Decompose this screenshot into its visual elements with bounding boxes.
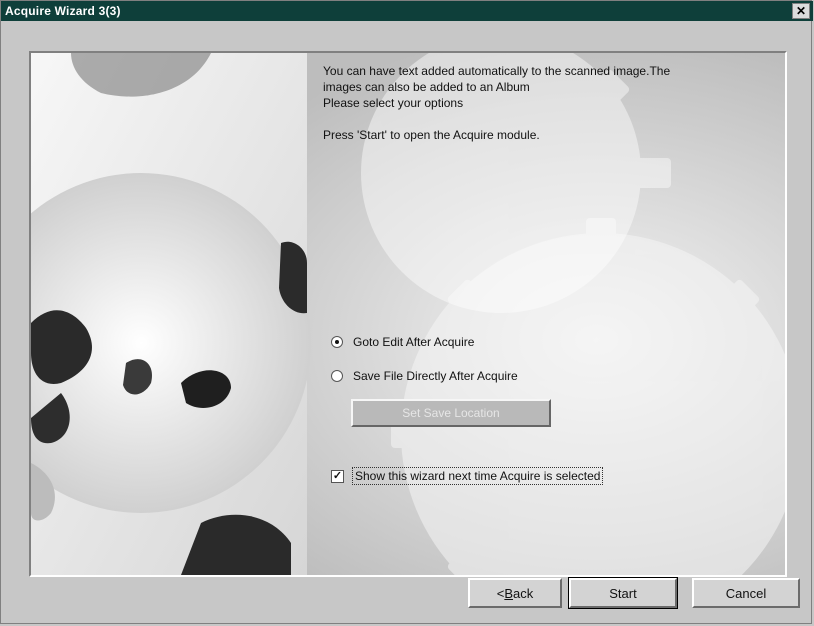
wizard-panel: You can have text added automatically to… xyxy=(29,51,787,577)
cancel-button[interactable]: Cancel xyxy=(692,578,800,608)
close-button[interactable]: ✕ xyxy=(792,3,810,19)
start-hint: Press 'Start' to open the Acquire module… xyxy=(323,128,540,142)
intro-line-1: You can have text added automatically to… xyxy=(323,64,671,78)
dialog-client-area: You can have text added automatically to… xyxy=(1,21,813,625)
back-button[interactable]: < B ack xyxy=(468,578,562,608)
window-title: Acquire Wizard 3(3) xyxy=(5,4,121,18)
show-wizard-label: Show this wizard next time Acquire is se… xyxy=(352,467,604,485)
goto-edit-radio[interactable] xyxy=(331,336,343,348)
start-button[interactable]: Start xyxy=(568,577,678,609)
set-save-location-button: Set Save Location xyxy=(351,399,551,427)
save-file-radio[interactable] xyxy=(331,370,343,382)
close-icon: ✕ xyxy=(795,4,807,18)
goto-edit-option[interactable]: Goto Edit After Acquire xyxy=(331,335,474,349)
show-wizard-option[interactable]: ✓ Show this wizard next time Acquire is … xyxy=(331,467,604,485)
intro-line-2: images can also be added to an Album xyxy=(323,80,530,94)
acquire-wizard-dialog: Acquire Wizard 3(3) ✕ You can have text … xyxy=(0,0,813,625)
save-file-option[interactable]: Save File Directly After Acquire xyxy=(331,369,518,383)
save-file-label: Save File Directly After Acquire xyxy=(353,369,518,383)
goto-edit-label: Goto Edit After Acquire xyxy=(353,335,475,349)
intro-line-3: Please select your options xyxy=(323,96,464,110)
back-mnemonic: B xyxy=(504,585,514,601)
intro-text: You can have text added automatically to… xyxy=(323,63,763,143)
title-bar: Acquire Wizard 3(3) ✕ xyxy=(1,1,813,21)
show-wizard-checkbox[interactable]: ✓ xyxy=(331,469,344,483)
